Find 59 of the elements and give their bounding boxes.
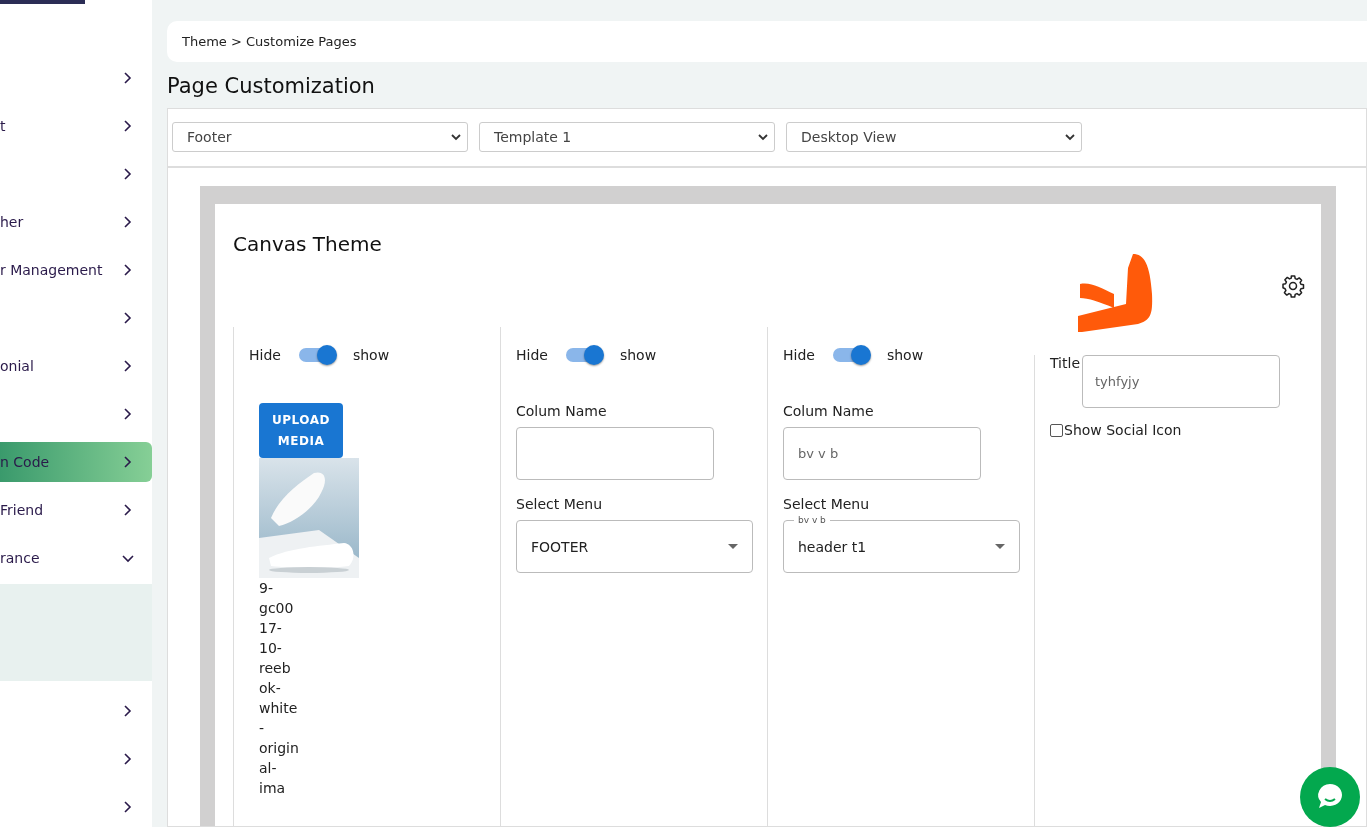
chevron-right-icon: [122, 408, 134, 420]
floating-label: bv v b: [794, 515, 830, 526]
chevron-right-icon: [122, 456, 134, 468]
select-field[interactable]: Footer: [172, 122, 468, 153]
settings-icon[interactable]: [1281, 274, 1305, 298]
column-name-field[interactable]: bv v b: [783, 427, 981, 480]
hide-label: Hide: [516, 347, 548, 363]
select-field[interactable]: Template 1: [479, 122, 775, 153]
chevron-right-icon: [122, 120, 134, 132]
checkbox-label: Show Social Icon: [1064, 422, 1182, 438]
column-name-field[interactable]: [516, 427, 714, 480]
chevron-right-icon: [122, 705, 134, 717]
chevron-right-icon: [122, 168, 134, 180]
upload-media-button[interactable]: UPLOAD MEDIA: [259, 403, 343, 458]
menu-value: FOOTER: [531, 538, 589, 555]
show-label: show: [352, 347, 390, 363]
chevron-right-icon: [122, 72, 134, 84]
chevron-down-icon: [758, 132, 768, 143]
dropdown-icon: [995, 544, 1005, 549]
sidebar-item[interactable]: rance: [0, 538, 152, 578]
toggle-switch[interactable]: [298, 348, 335, 362]
field-label: Select Menu: [783, 496, 871, 512]
show-label: show: [886, 347, 924, 363]
menu-value: header t1: [798, 538, 867, 555]
file-name: 9-gc0017-10-reebok-white-original-ima: [259, 579, 299, 798]
field-label: Colum Name: [516, 403, 608, 419]
chevron-right-icon: [122, 216, 134, 228]
canvas-title: Canvas Theme: [233, 232, 382, 256]
field-label: Select Menu: [516, 496, 604, 512]
menu-select[interactable]: FOOTER: [516, 520, 753, 573]
chevron-right-icon: [122, 312, 134, 324]
chevron-right-icon: [122, 264, 134, 276]
field-label: Colum Name: [783, 403, 875, 419]
title-field[interactable]: tyhfyjy: [1082, 355, 1280, 408]
toggle-switch[interactable]: [565, 348, 602, 362]
chevron-right-icon: [122, 801, 134, 813]
chevron-down-icon: [1065, 132, 1075, 143]
chevron-down-icon: [451, 132, 461, 143]
sidebar-item[interactable]: t: [0, 106, 152, 146]
hide-label: Hide: [783, 347, 815, 363]
breadcrumb: Theme > Customize Pages: [182, 33, 357, 49]
sidebar-item[interactable]: n Code: [0, 442, 152, 482]
show-label: show: [619, 347, 657, 363]
chevron-right-icon: [122, 360, 134, 372]
sidebar-item[interactable]: Friend: [0, 490, 152, 530]
sidebar-item[interactable]: r Management: [0, 250, 152, 290]
chevron-right-icon: [122, 504, 134, 516]
toggle-switch[interactable]: [832, 348, 869, 362]
title-label: Title: [1050, 355, 1080, 371]
sidebar-item[interactable]: her: [0, 202, 152, 242]
chevron-down-icon: [122, 552, 134, 564]
page-title: Page Customization: [167, 73, 376, 98]
chevron-right-icon: [122, 753, 134, 765]
chat-button[interactable]: [1300, 767, 1360, 827]
select-field[interactable]: Desktop View: [786, 122, 1082, 153]
checkbox[interactable]: [1050, 423, 1063, 437]
sidebar-item[interactable]: onial: [0, 346, 152, 386]
dropdown-icon: [728, 544, 738, 549]
hide-label: Hide: [249, 347, 281, 363]
